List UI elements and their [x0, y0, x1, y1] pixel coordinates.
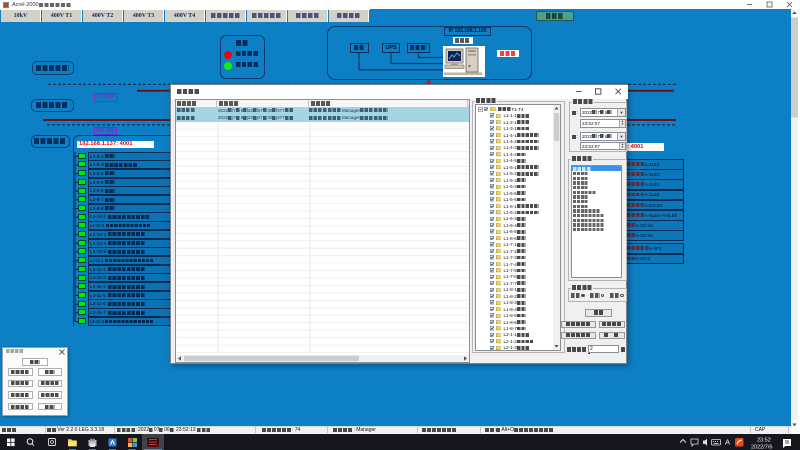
svg-text:A: A [725, 437, 730, 446]
svg-text:23:52: 23:52 [757, 437, 771, 443]
svg-text:2022/7/6: 2022/7/6 [751, 444, 772, 450]
